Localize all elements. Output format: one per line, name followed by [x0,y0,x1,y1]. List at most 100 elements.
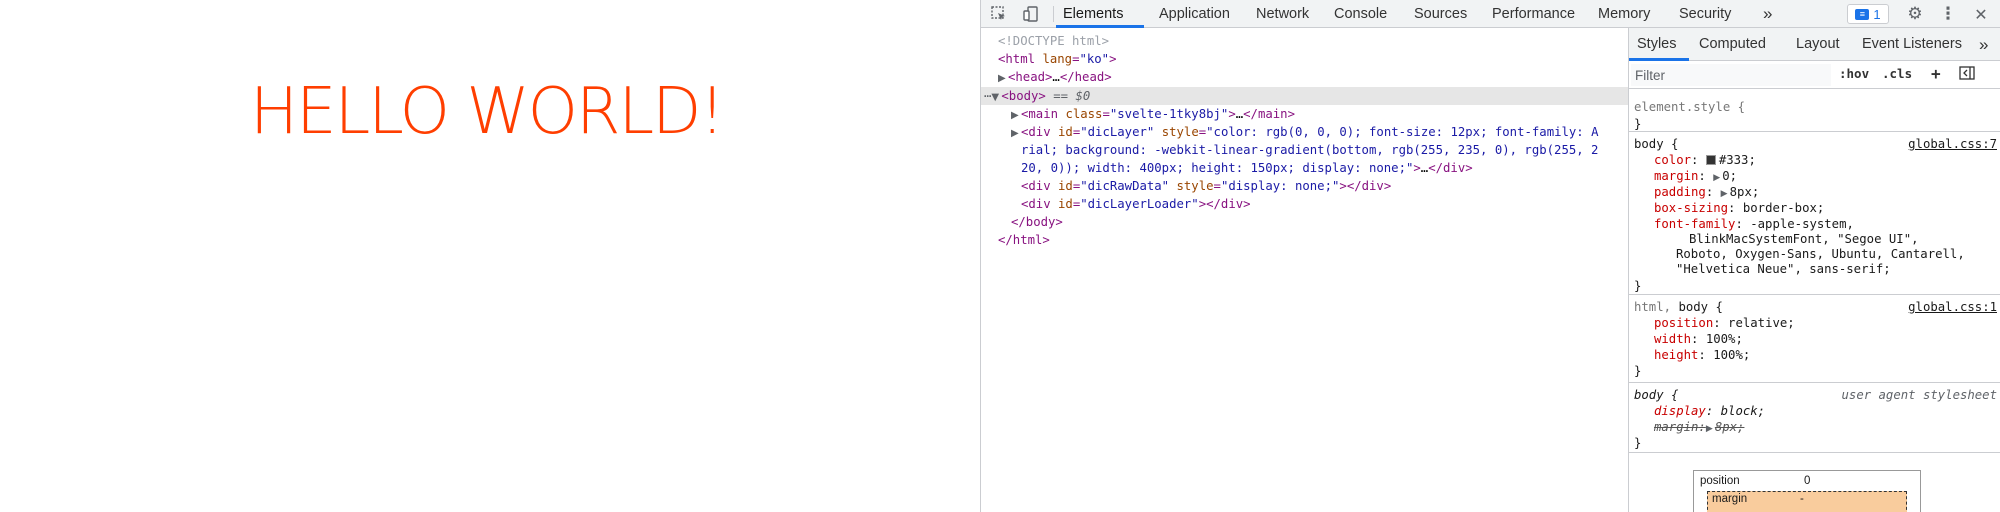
dom-node-diclayer[interactable]: ▶ <div id="dicLayer" style="color: rgb(0,… [981,123,1628,141]
font-family-cont-1: BlinkMacSystemFont, "Segoe UI", [1689,232,1919,246]
style-attr-value-line2: rial; background: -webkit-linear-gradien… [1021,143,1599,157]
property-width[interactable]: width: 100%; [1654,331,1743,347]
tab-sources[interactable]: Sources [1414,0,1467,28]
prop-value: border-box; [1742,201,1825,215]
tab-elements[interactable]: Elements [1063,0,1123,28]
node-actions-icon[interactable]: ⋯ [984,89,991,103]
style-attr-name: style [1161,125,1199,139]
prop-name: margin [1654,420,1699,434]
settings-gear-icon[interactable]: ⚙ [1905,4,1925,24]
colon: : [1698,420,1706,434]
devtools-toolbar: Elements Application Network Console Sou… [981,0,2000,28]
page-viewport: HELLO WORLD! [0,0,980,512]
tag-end: > [1339,179,1347,193]
subtab-event-listeners[interactable]: Event Listeners [1862,28,1962,61]
rule-source-link[interactable]: global.css:1 [1908,299,1997,315]
styles-filter-input[interactable] [1631,64,1831,86]
lang-attr-name: lang [1042,52,1073,66]
close-devtools-icon[interactable]: ✕ [1971,4,1991,24]
dom-node-body-selected[interactable]: ⋯▼ <body> == $0 [981,87,1628,105]
dom-node-doctype[interactable]: <!DOCTYPE html> [981,32,1628,50]
subtab-computed[interactable]: Computed [1699,28,1766,61]
expand-triangle-icon[interactable]: ▶ [1706,421,1715,437]
inspect-element-icon[interactable] [989,4,1009,24]
font-family-cont-2: Roboto, Oxygen-Sans, Ubuntu, Cantarell, [1676,247,1965,261]
tab-performance[interactable]: Performance [1492,0,1575,28]
styles-subtabs: Styles Computed Layout Event Listeners » [1629,28,2000,61]
tag-end: > [1228,107,1236,121]
dom-node-html[interactable]: <html lang="ko"> [981,50,1628,68]
colon: : [1728,201,1736,215]
element-style-selector[interactable]: element.style { [1634,99,1745,115]
hover-state-toggle[interactable]: :hov [1839,66,1869,81]
closing-brace: } [1634,364,1642,378]
subtab-layout[interactable]: Layout [1796,28,1840,61]
dom-node-diclayer-cont2: 20, 0)); width: 400px; height: 150px; di… [981,159,1628,177]
colon: : [1705,404,1714,418]
property-height[interactable]: height: 100%; [1654,347,1750,363]
selector-text: body { [1634,388,1679,402]
dom-node-html-close[interactable]: </html> [981,231,1628,249]
tab-console[interactable]: Console [1334,0,1387,28]
box-model-diagram: position 0 margin - [1693,470,1921,512]
prop-name: padding [1654,185,1706,199]
tab-memory[interactable]: Memory [1598,0,1650,28]
property-box-sizing[interactable]: box-sizing: border-box; [1654,200,1824,216]
prop-value: 8px; [1714,420,1745,434]
property-margin-overridden[interactable]: margin:▶ 8px; [1654,419,1744,435]
prop-name: height [1654,348,1699,362]
tab-network[interactable]: Network [1256,0,1309,28]
expand-triangle-icon[interactable]: ▶ [998,70,1008,88]
tab-security[interactable]: Security [1679,0,1731,28]
selector-text: body { [1678,300,1723,314]
collapsed-ellipsis: … [1052,70,1060,84]
rule-selector[interactable]: body { [1634,387,1678,403]
property-margin[interactable]: margin: ▶ 0; [1654,168,1737,184]
prop-name: display [1654,404,1706,418]
box-model-margin-value[interactable]: - [1800,493,1804,505]
div-tag: <div [1021,179,1051,193]
colon: : [1691,153,1699,167]
id-attr-name: id [1058,125,1073,139]
rule-body-global-7: body { global.css:7 color: #333; margin:… [1629,132,2000,295]
dom-node-body-close[interactable]: </body> [981,213,1628,231]
prop-name: font-family [1654,217,1736,231]
dom-node-dicrawdata[interactable]: <div id="dicRawData" style="display: non… [981,177,1628,195]
rule-selector[interactable]: html, body { [1634,299,1723,315]
hello-world-heading: HELLO WORLD! [250,75,725,149]
new-style-rule-plus-icon[interactable]: + [1931,64,1941,83]
html-close-tag: </html> [998,233,1050,247]
more-tabs-chevron-icon[interactable]: » [1763,0,1772,28]
doctype-text: <!DOCTYPE html> [998,34,1110,48]
device-toolbar-icon[interactable] [1021,4,1041,24]
property-position[interactable]: position: relative; [1654,315,1795,331]
property-color[interactable]: color: #333; [1654,152,1756,168]
color-swatch[interactable] [1705,155,1716,165]
more-options-icon[interactable]: ⋮ [1938,4,1958,24]
tab-application[interactable]: Application [1159,0,1230,28]
more-subtabs-chevron-icon[interactable]: » [1979,28,1988,61]
box-model-position-value[interactable]: 0 [1804,475,1810,487]
div-close-tag: </div> [1206,197,1251,211]
class-toggle[interactable]: .cls [1882,66,1912,81]
property-display[interactable]: display: block; [1654,403,1765,419]
rule-selector[interactable]: body { [1634,136,1678,152]
property-padding[interactable]: padding: ▶ 8px; [1654,184,1759,200]
prop-value: 100%; [1713,348,1751,362]
property-font-family[interactable]: font-family: -apple-system, [1654,216,1854,232]
div-tag: <div [1021,125,1051,139]
subtab-styles[interactable]: Styles [1637,28,1677,61]
devtools-panel: Elements Application Network Console Sou… [980,0,2000,512]
colon: : [1691,332,1699,346]
head-open-tag: <head> [1008,70,1053,84]
main-close-tag: </main> [1243,107,1295,121]
div-close-tag: </div> [1346,179,1392,193]
colon: : [1698,348,1706,362]
dom-node-diclayerloader[interactable]: <div id="dicLayerLoader"></div> [981,195,1628,213]
dom-node-main[interactable]: ▶ <main class="svelte-1tky8bj">…</main> [981,105,1628,123]
toggle-sidebar-icon[interactable] [1959,66,1975,83]
rule-source-link[interactable]: global.css:7 [1908,136,1997,152]
messages-badge[interactable]: ≡ 1 [1847,4,1889,24]
box-model-margin[interactable]: margin - [1707,491,1907,512]
dom-node-head[interactable]: ▶ <head>…</head> [981,68,1628,86]
